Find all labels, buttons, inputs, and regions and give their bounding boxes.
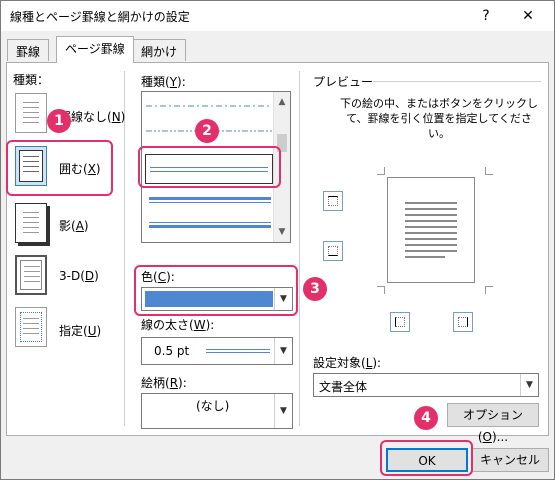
callout-highlight-ok bbox=[380, 440, 473, 476]
callout-badge-2: 2 bbox=[195, 119, 219, 143]
chevron-down-icon[interactable]: ▼ bbox=[274, 338, 292, 364]
callout-highlight-style bbox=[138, 146, 281, 188]
width-preview-line bbox=[206, 352, 270, 353]
art-value: (なし) bbox=[196, 399, 230, 413]
apply-to-value: 文書全体 bbox=[319, 380, 368, 394]
callout-badge-4: 4 bbox=[414, 406, 438, 430]
apply-to-dropdown[interactable]: 文書全体 ▼ bbox=[313, 373, 539, 397]
corner-mark bbox=[485, 167, 493, 175]
bottom-border-toggle-icon[interactable] bbox=[323, 241, 343, 261]
art-label: 絵柄(R): bbox=[141, 376, 187, 390]
callout-badge-3: 3 bbox=[303, 277, 327, 301]
dialog-title: 線種とページ罫線と網かけの設定 bbox=[10, 10, 190, 24]
cancel-button[interactable]: キャンセル bbox=[471, 448, 549, 472]
line-style-thick-thin-part bbox=[149, 202, 271, 203]
options-button[interactable]: オプション(O)... bbox=[447, 403, 539, 444]
tab-borders[interactable]: 罫線 bbox=[7, 39, 50, 61]
borders-and-shading-dialog: 線種とページ罫線と網かけの設定 ? ✕ 罫線 ページ罫線 網かけ 種類： 罫線な… bbox=[0, 0, 555, 480]
art-dropdown[interactable]: (なし) ▼ bbox=[141, 393, 293, 429]
setting-custom-icon[interactable] bbox=[15, 307, 47, 347]
chevron-down-icon[interactable]: ▼ bbox=[520, 374, 538, 396]
width-label: 線の太さ(W): bbox=[141, 318, 215, 332]
line-style-thick-thin[interactable] bbox=[149, 197, 271, 200]
scroll-down-icon[interactable]: ▼ bbox=[274, 224, 290, 240]
preview-instruction: 下の絵の中、またはボタンをクリックして、罫線を引く位置を指定してください。 bbox=[340, 97, 538, 140]
setting-shadow-label[interactable]: 影(A) bbox=[59, 217, 89, 234]
width-preview-line bbox=[206, 349, 270, 350]
setting-3d-icon[interactable] bbox=[15, 255, 47, 295]
line-style-dash-dot[interactable] bbox=[146, 104, 272, 108]
setting-none-icon[interactable] bbox=[15, 93, 47, 133]
tab-page-border[interactable]: ページ罫線 bbox=[56, 36, 134, 63]
title-bar: 線種とページ罫線と網かけの設定 ? ✕ bbox=[1, 1, 554, 31]
preview-label: プレビュー bbox=[313, 75, 374, 89]
chevron-down-icon[interactable]: ▼ bbox=[274, 394, 292, 428]
top-border-toggle-icon[interactable] bbox=[323, 191, 343, 211]
setting-3d-label[interactable]: 3-D(D) bbox=[59, 269, 99, 283]
setting-type-heading: 種類： bbox=[13, 73, 50, 87]
callout-highlight-box bbox=[6, 140, 113, 196]
callout-badge-1: 1 bbox=[47, 109, 71, 133]
preview-page[interactable] bbox=[387, 177, 475, 283]
line-style-thin-thick-part bbox=[149, 225, 271, 228]
style-label: 種類(Y): bbox=[141, 75, 186, 89]
corner-mark bbox=[485, 286, 493, 294]
tab-shading[interactable]: 網かけ bbox=[132, 39, 187, 61]
corner-mark bbox=[377, 286, 385, 294]
close-button[interactable]: ✕ bbox=[511, 5, 545, 27]
callout-highlight-color bbox=[134, 265, 298, 316]
setting-custom-label[interactable]: 指定(U) bbox=[59, 322, 101, 339]
help-button[interactable]: ? bbox=[471, 5, 501, 27]
apply-to-label: 設定対象(L): bbox=[313, 356, 382, 370]
preview-rule bbox=[373, 81, 541, 82]
right-border-toggle-icon[interactable] bbox=[453, 312, 473, 332]
width-value: 0.5 pt bbox=[154, 344, 190, 358]
scroll-up-icon[interactable]: ▲ bbox=[274, 94, 290, 110]
corner-mark bbox=[377, 167, 385, 175]
line-style-thin-thick[interactable] bbox=[149, 222, 271, 223]
divider bbox=[299, 71, 300, 426]
width-dropdown[interactable]: 0.5 pt ▼ bbox=[141, 337, 293, 365]
setting-shadow-icon[interactable] bbox=[15, 203, 47, 243]
left-border-toggle-icon[interactable] bbox=[390, 312, 410, 332]
